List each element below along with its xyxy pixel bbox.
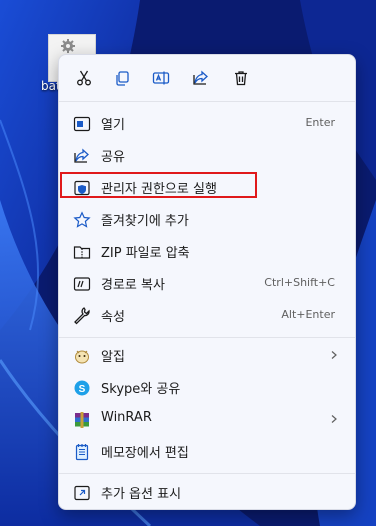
menu-item-notepad[interactable]: 메모장에서 편집 [63, 435, 351, 467]
menu-item-alzip[interactable]: 알집 [63, 339, 351, 371]
star-icon [73, 211, 91, 229]
menu-item-label: 경로로 복사 [101, 278, 165, 293]
menu-item-add-favorites[interactable]: 즐겨찾기에 추가 [63, 203, 351, 235]
toolbar-divider [59, 101, 355, 102]
menu-item-label: 열기 [101, 118, 125, 133]
menu-item-more-options[interactable]: 추가 옵션 표시 [63, 476, 351, 508]
rename-button[interactable] [148, 65, 174, 91]
context-menu-toolbar [59, 55, 355, 101]
delete-button[interactable] [228, 65, 254, 91]
menu-item-label: 메모장에서 편집 [101, 446, 189, 461]
zip-folder-icon [73, 243, 91, 261]
more-options-icon [73, 484, 91, 502]
menu-item-label: ZIP 파일로 압축 [101, 246, 190, 261]
menu-item-label: 즐겨찾기에 추가 [101, 214, 189, 229]
share-icon [73, 147, 91, 165]
menu-item-share[interactable]: 공유 [63, 139, 351, 171]
copy-button[interactable] [109, 65, 135, 91]
skype-icon: S [73, 379, 91, 397]
cut-button[interactable] [71, 65, 97, 91]
menu-item-skype[interactable]: S Skype와 공유 [63, 371, 351, 403]
highlight-annotation-box [60, 172, 257, 198]
rename-icon [152, 71, 170, 85]
context-menu: 열기 Enter 공유 관리자 권한으로 실행 즐겨찾기에 추가 ZIP 파일로… [58, 54, 356, 510]
menu-item-shortcut: Ctrl+Shift+C [264, 276, 335, 289]
menu-item-label: 공유 [101, 150, 125, 165]
menu-item-winrar[interactable]: WinRAR [63, 403, 351, 435]
menu-item-zip[interactable]: ZIP 파일로 압축 [63, 235, 351, 267]
menu-item-label: 추가 옵션 표시 [101, 487, 182, 502]
alzip-icon [73, 347, 91, 365]
menu-divider [59, 473, 355, 474]
winrar-icon [73, 411, 91, 429]
menu-item-shortcut: Alt+Enter [281, 308, 335, 321]
share-icon [193, 70, 208, 85]
menu-item-open[interactable]: 열기 Enter [63, 107, 351, 139]
gear-icon [61, 39, 75, 53]
copy-icon [116, 71, 129, 86]
menu-item-copy-path[interactable]: 경로로 복사 Ctrl+Shift+C [63, 267, 351, 299]
toolbar-share-button[interactable] [188, 65, 214, 91]
menu-item-label: WinRAR [101, 410, 152, 425]
menu-item-properties[interactable]: 속성 Alt+Enter [63, 299, 351, 331]
notepad-icon [73, 443, 91, 461]
svg-text:S: S [79, 384, 86, 395]
open-app-icon [73, 115, 91, 133]
menu-item-shortcut: Enter [305, 116, 335, 129]
trash-icon [235, 71, 247, 86]
menu-item-label: 알집 [101, 350, 125, 365]
path-icon [73, 275, 91, 293]
wrench-icon [73, 307, 91, 325]
menu-item-label: 속성 [101, 310, 125, 325]
menu-item-label: Skype와 공유 [101, 382, 181, 397]
scissors-icon [77, 70, 91, 86]
chevron-right-icon [331, 415, 337, 423]
menu-divider [59, 337, 355, 338]
chevron-right-icon [331, 351, 337, 359]
